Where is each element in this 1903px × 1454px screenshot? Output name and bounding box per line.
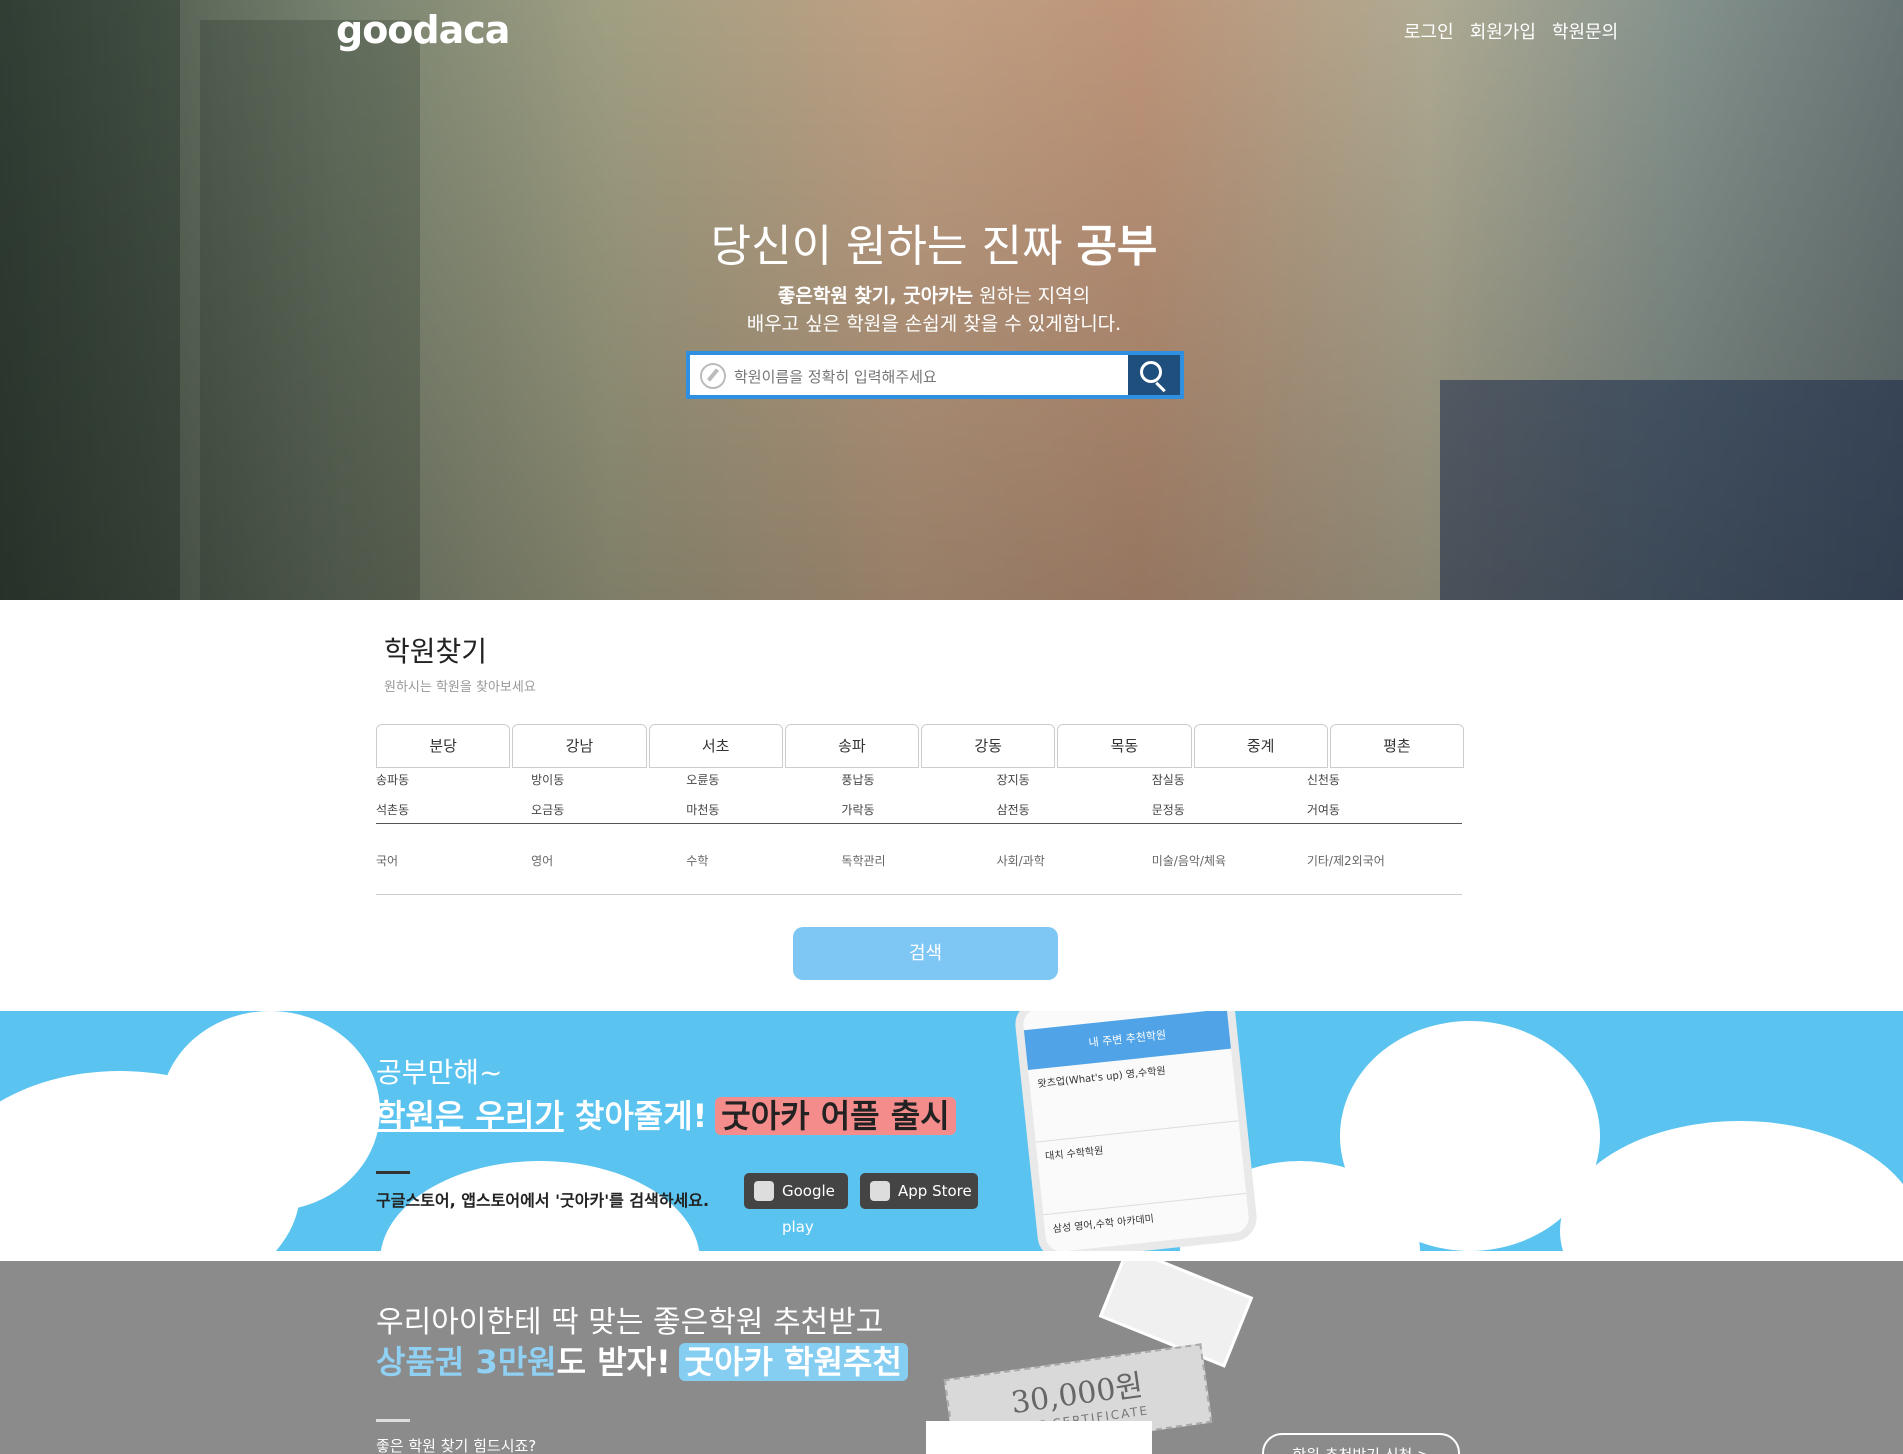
tab-songpa[interactable]: 송파 xyxy=(784,724,919,768)
dong-item[interactable]: 문정동 xyxy=(1152,800,1307,830)
headline-text: 당신이 원하는 진짜 xyxy=(710,221,1077,272)
dash-accent xyxy=(376,1419,410,1422)
app-banner-line2: 학원은 우리가 찾아줄게! 굿아카 어플 출시 xyxy=(376,1091,956,1137)
subject-item[interactable]: 기타/제2외국어 xyxy=(1307,852,1462,869)
apply-recommendation-button[interactable]: 학원 추천받기 신청 > xyxy=(1262,1433,1460,1454)
tab-pyeongchon[interactable]: 평촌 xyxy=(1329,724,1464,768)
cloud-shape xyxy=(160,1011,380,1211)
dong-list: 송파동 방이동 오륜동 풍납동 장지동 잠실동 신천동 석촌동 오금동 마천동 … xyxy=(376,770,1462,830)
dong-item[interactable]: 마천동 xyxy=(686,800,841,830)
dong-item[interactable]: 신천동 xyxy=(1307,770,1462,800)
google-play-button[interactable]: Google play xyxy=(744,1173,848,1236)
line2-rest: 찾아줄게! xyxy=(563,1097,708,1135)
hero-headline: 당신이 원하는 진짜 공부 xyxy=(0,210,1868,274)
sub-rest: 원하는 지역의 xyxy=(973,285,1091,307)
app-store-button[interactable]: App Store xyxy=(860,1173,978,1209)
dong-item[interactable]: 오금동 xyxy=(531,800,686,830)
tab-bundang[interactable]: 분당 xyxy=(376,724,511,768)
subject-item[interactable]: 수학 xyxy=(686,852,841,869)
tab-seocho[interactable]: 서초 xyxy=(648,724,783,768)
subject-item[interactable]: 국어 xyxy=(376,852,531,869)
gift-banner-line2: 상품권 3만원도 받자! 굿아카 학원추천 xyxy=(376,1337,908,1383)
academy-inquiry-link[interactable]: 학원문의 xyxy=(1552,18,1618,44)
gift-box xyxy=(926,1421,1152,1454)
tab-mokdong[interactable]: 목동 xyxy=(1057,724,1192,768)
sub-line-2: 배우고 싶은 학원을 손쉽게 찾을 수 있게합니다. xyxy=(746,313,1122,335)
finder-subtitle: 원하시는 학원을 찾아보세요 xyxy=(384,680,536,695)
gift-rest: 도 받자! xyxy=(556,1343,671,1381)
finder-title: 학원찾기 xyxy=(384,635,488,668)
dong-item[interactable]: 잠실동 xyxy=(1152,770,1307,800)
sub-bold-2: 굿아카는 xyxy=(903,285,974,307)
finder-search-button[interactable]: 검색 xyxy=(793,927,1058,980)
headline-bold: 공부 xyxy=(1076,221,1158,272)
dong-item[interactable]: 석촌동 xyxy=(376,800,531,830)
line2-underline: 학원은 우리가 xyxy=(376,1097,564,1135)
subject-list: 국어 영어 수학 독학관리 사회/과학 미술/음악/체육 기타/제2외국어 xyxy=(376,852,1462,869)
recommend-badge: 굿아카 학원추천 xyxy=(678,1343,908,1381)
app-banner-line3: 구글스토어, 앱스토어에서 '굿아카'를 검색하세요. xyxy=(376,1191,710,1210)
tab-gangdong[interactable]: 강동 xyxy=(921,724,1056,768)
academy-search-box xyxy=(686,351,1184,399)
tab-gangnam[interactable]: 강남 xyxy=(512,724,647,768)
gift-banner-line1: 우리아이한테 딱 맞는 좋은학원 추천받고 xyxy=(376,1305,884,1340)
app-banner: 공부만해~ 학원은 우리가 찾아줄게! 굿아카 어플 출시 구글스토어, 앱스토어… xyxy=(0,1011,1903,1251)
play-icon xyxy=(754,1181,774,1201)
app-launch-badge: 굿아카 어플 출시 xyxy=(715,1097,956,1135)
tab-junggye[interactable]: 중계 xyxy=(1193,724,1328,768)
subject-item[interactable]: 사회/과학 xyxy=(997,852,1152,869)
dong-item[interactable]: 거여동 xyxy=(1307,800,1462,830)
region-tabs: 분당 강남 서초 송파 강동 목동 중계 평촌 xyxy=(376,724,1464,768)
dong-item[interactable]: 가락동 xyxy=(841,800,996,830)
goodaca-logo[interactable]: goodaca xyxy=(336,8,510,52)
academy-search-input[interactable] xyxy=(732,361,1116,393)
search-icon xyxy=(1140,361,1162,383)
compass-icon xyxy=(700,363,726,389)
search-icon-handle xyxy=(1155,381,1166,393)
app-store-label: App Store xyxy=(898,1182,972,1200)
dong-row: 송파동 방이동 오륜동 풍납동 장지동 잠실동 신천동 xyxy=(376,770,1462,800)
google-play-label: Google play xyxy=(782,1182,835,1236)
signup-link[interactable]: 회원가입 xyxy=(1470,18,1536,44)
phone-mockup: 내 주변 추천학원 왓츠업(What's up) 영,수학원 대치 수학학원 삼… xyxy=(1013,1011,1259,1251)
dash-accent xyxy=(376,1171,410,1174)
dong-item[interactable]: 오륜동 xyxy=(686,770,841,800)
login-link[interactable]: 로그인 xyxy=(1404,18,1454,44)
gift-banner: 우리아이한테 딱 맞는 좋은학원 추천받고 상품권 3만원도 받자! 굿아카 학원… xyxy=(0,1261,1903,1454)
cloud-shape xyxy=(1560,1121,1903,1251)
top-nav: 로그인 회원가입 학원문의 xyxy=(1404,18,1618,44)
subject-item[interactable]: 영어 xyxy=(531,852,686,869)
divider xyxy=(376,823,1462,824)
dong-row: 석촌동 오금동 마천동 가락동 삼전동 문정동 거여동 xyxy=(376,800,1462,830)
app-banner-line1: 공부만해~ xyxy=(376,1056,503,1089)
apple-icon xyxy=(870,1181,890,1201)
gift-banner-line3: 좋은 학원 찾기 힘드시죠? xyxy=(376,1437,537,1454)
subject-item[interactable]: 미술/음악/체육 xyxy=(1152,852,1307,869)
dong-item[interactable]: 삼전동 xyxy=(997,800,1152,830)
dong-item[interactable]: 방이동 xyxy=(531,770,686,800)
hero-section: goodaca 로그인 회원가입 학원문의 당신이 원하는 진짜 공부 좋은학원… xyxy=(0,0,1903,600)
divider xyxy=(376,894,1462,895)
search-button[interactable] xyxy=(1128,355,1180,395)
gift-amount-text: 상품권 3만원 xyxy=(376,1343,557,1381)
dong-item[interactable]: 장지동 xyxy=(997,770,1152,800)
dong-item[interactable]: 송파동 xyxy=(376,770,531,800)
subject-item[interactable]: 독학관리 xyxy=(841,852,996,869)
dong-item[interactable]: 풍납동 xyxy=(841,770,996,800)
hero-subline: 좋은학원 찾기, 굿아카는 원하는 지역의 배우고 싶은 학원을 손쉽게 찾을 … xyxy=(0,282,1868,338)
sub-bold-1: 좋은학원 찾기, xyxy=(777,285,904,307)
finder-heading: 학원찾기 원하시는 학원을 찾아보세요 xyxy=(376,630,1462,695)
